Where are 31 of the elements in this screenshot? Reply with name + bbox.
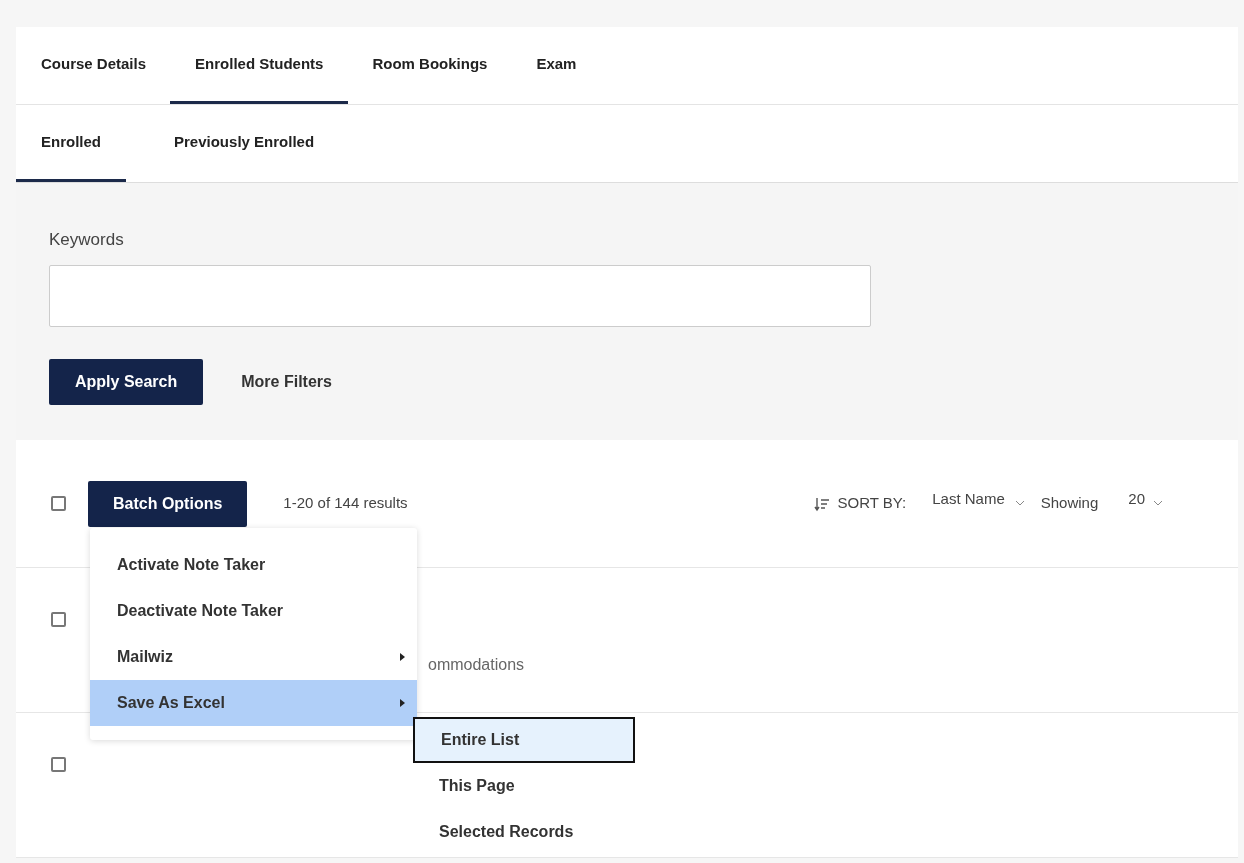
sort-label: SORT BY:: [837, 493, 907, 514]
sort-icon: [813, 495, 830, 512]
sort-dropdown[interactable]: Last Name: [932, 488, 1025, 511]
more-filters-link[interactable]: More Filters: [241, 369, 332, 394]
apply-search-button[interactable]: Apply Search: [49, 358, 204, 405]
tab[interactable]: Exam: [536, 52, 577, 104]
results-count: 1-20 of 144 results: [283, 493, 408, 514]
keywords-field[interactable]: [49, 264, 871, 327]
caret-right-icon: [400, 653, 405, 661]
caret-right-icon: [400, 699, 405, 707]
sub-tab[interactable]: Previously Enrolled: [174, 130, 315, 182]
menu-item[interactable]: Activate Note Taker: [90, 542, 417, 588]
submenu-item[interactable]: Selected Records: [413, 809, 635, 855]
checkbox[interactable]: [51, 757, 66, 772]
page-size-dropdown[interactable]: 20: [1128, 488, 1163, 511]
submenu-item[interactable]: Entire List: [413, 717, 635, 763]
menu-item[interactable]: Save As Excel: [90, 680, 417, 726]
field-label: Keywords: [49, 229, 125, 251]
showing-label: Showing: [1040, 493, 1099, 514]
menu-item[interactable]: Deactivate Note Taker: [90, 588, 417, 634]
batch-options-button[interactable]: Batch Options: [88, 480, 248, 527]
tab[interactable]: Enrolled Students: [170, 52, 349, 104]
checkbox[interactable]: [51, 612, 66, 627]
menu-item[interactable]: Mailwiz: [90, 634, 417, 680]
checkbox[interactable]: [51, 496, 66, 511]
tab[interactable]: Room Bookings: [372, 52, 488, 104]
chevron-down-icon: [1153, 500, 1163, 507]
tab[interactable]: Course Details: [41, 52, 147, 104]
submenu-item[interactable]: This Page: [413, 763, 635, 809]
chevron-down-icon: [1014, 500, 1025, 507]
row-text: ommodations: [428, 655, 525, 675]
